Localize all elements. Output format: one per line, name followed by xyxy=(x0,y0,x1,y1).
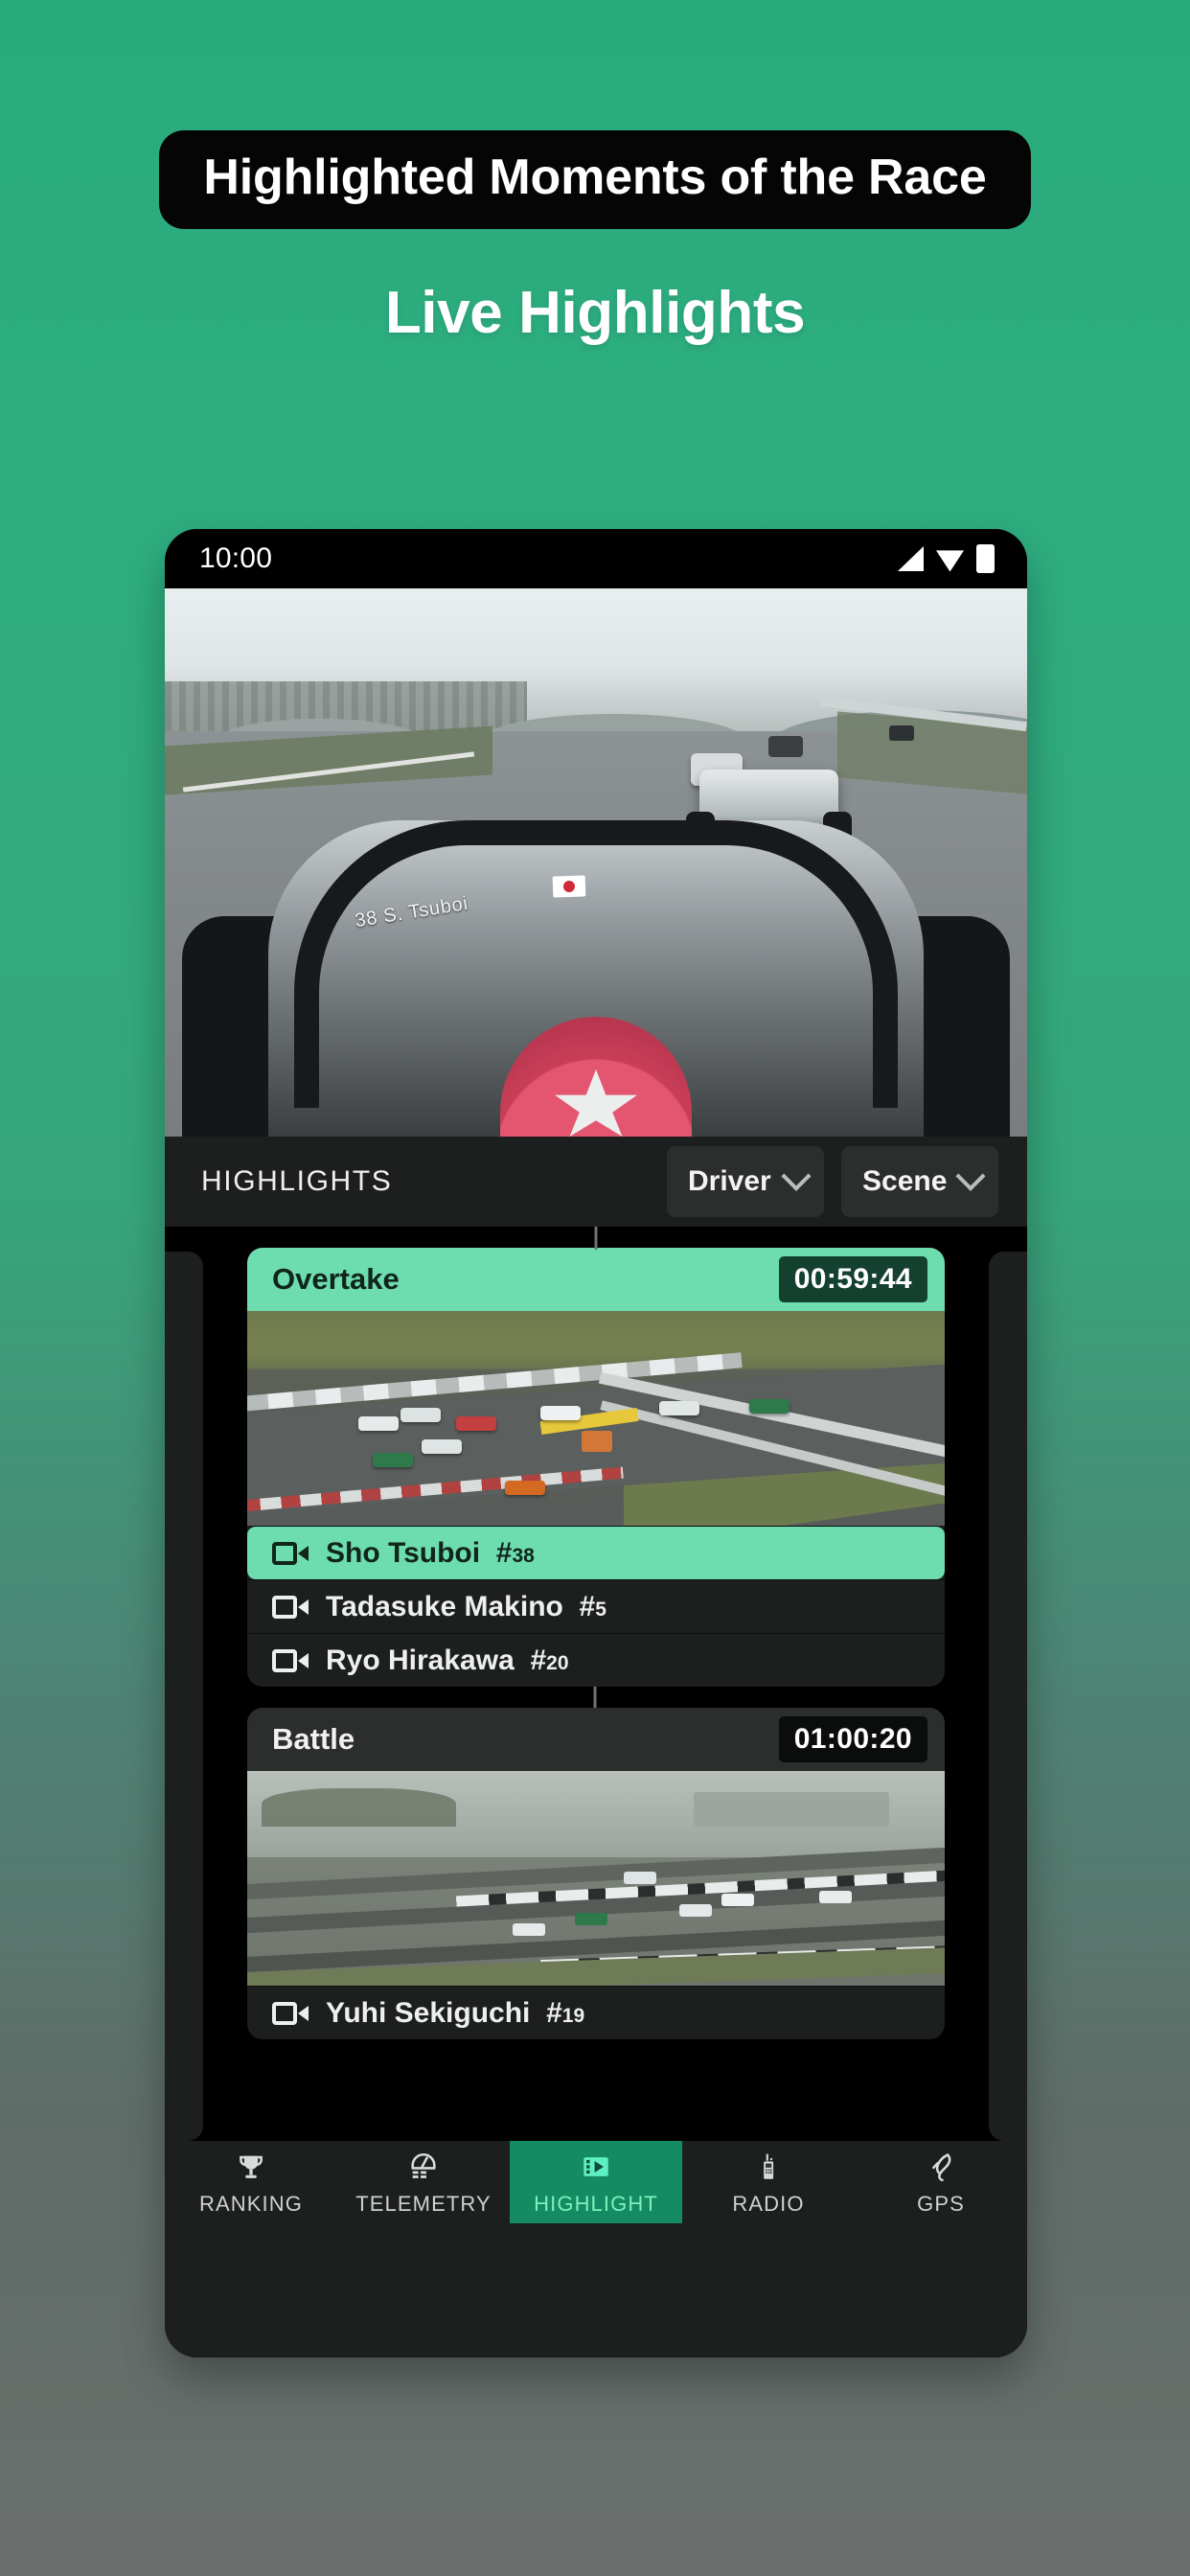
thumb-car xyxy=(400,1407,442,1422)
track-map-icon xyxy=(922,2148,960,2186)
card-connector xyxy=(593,1687,596,1708)
video-camera-icon xyxy=(272,1595,309,1619)
driver-row-label: Tadasuke Makino #5 xyxy=(326,1590,606,1622)
card-title: Overtake xyxy=(272,1262,400,1296)
thumb-building xyxy=(693,1792,889,1828)
phone-bottom-filler xyxy=(165,2223,1027,2358)
video-camera-icon xyxy=(272,2001,309,2025)
thumb-car xyxy=(624,1872,657,1885)
card-thumbnail[interactable] xyxy=(247,1311,945,1526)
status-icons xyxy=(898,544,995,573)
highlight-card[interactable]: Battle 01:00:20 Yuhi Sekiguchi #19 xyxy=(247,1708,945,2039)
nav-item-telemetry[interactable]: TELEMETRY xyxy=(337,2141,510,2223)
thumb-car xyxy=(749,1398,790,1414)
thumb-car xyxy=(512,1923,545,1937)
driver-row[interactable]: Sho Tsuboi #38 xyxy=(247,1526,945,1579)
signal-icon xyxy=(898,546,924,571)
nav-item-radio[interactable]: RADIO xyxy=(682,2141,855,2223)
driver-row[interactable]: Ryo Hirakawa #20 xyxy=(247,1633,945,1687)
nav-label-telemetry: TELEMETRY xyxy=(355,2192,492,2216)
status-bar: 10:00 xyxy=(165,529,1027,588)
nav-item-gps[interactable]: GPS xyxy=(855,2141,1027,2223)
card-timestamp: 00:59:44 xyxy=(778,1256,927,1302)
driver-name: Tadasuke Makino xyxy=(326,1590,563,1622)
thumb-car xyxy=(721,1893,755,1906)
hero-video-player[interactable]: 38 S. Tsuboi xyxy=(165,588,1027,1137)
phone-mockup: 10:00 38 S. Tsuboi HIGHLIGHTS Driver Sce… xyxy=(165,529,1027,2358)
card-thumbnail[interactable] xyxy=(247,1771,945,1986)
wifi-icon xyxy=(936,550,964,572)
highlight-card[interactable]: Overtake 00:59:44 Sho Tsuboi #38 Tadasuk… xyxy=(247,1248,945,1687)
thumb-car xyxy=(679,1903,713,1917)
thumb-car xyxy=(539,1405,581,1420)
scene-filter-label: Scene xyxy=(862,1165,948,1197)
chevron-down-icon xyxy=(955,1161,986,1191)
chevron-down-icon xyxy=(781,1161,812,1191)
thumb-treeline xyxy=(261,1787,457,1828)
driver-name: Ryo Hirakawa xyxy=(326,1644,515,1676)
video-flag-decal xyxy=(552,875,586,898)
card-header: Battle 01:00:20 xyxy=(247,1708,945,1771)
video-camera-icon xyxy=(272,1541,309,1565)
highlight-carousel[interactable]: Overtake 00:59:44 Sho Tsuboi #38 Tadasuk… xyxy=(165,1227,1027,2141)
thumb-marker-block xyxy=(582,1431,613,1453)
highlights-title: HIGHLIGHTS xyxy=(201,1165,393,1197)
video-car-distant-3 xyxy=(889,725,914,741)
bottom-navigation: RANKING TELEMETRY HIGHLIGHT RADIO GPS xyxy=(165,2141,1027,2223)
film-play-icon xyxy=(577,2148,615,2186)
driver-row-label: Sho Tsuboi #38 xyxy=(326,1536,535,1569)
gauge-icon xyxy=(404,2148,443,2186)
thumb-car xyxy=(818,1891,852,1904)
thumb-car xyxy=(658,1401,699,1416)
thumb-car xyxy=(505,1480,546,1495)
status-time: 10:00 xyxy=(199,542,273,574)
nav-item-highlight[interactable]: HIGHLIGHT xyxy=(510,2141,682,2223)
carousel-stage: Overtake 00:59:44 Sho Tsuboi #38 Tadasuk… xyxy=(247,1227,945,2141)
driver-filter-label: Driver xyxy=(688,1165,771,1197)
carousel-peek-previous[interactable] xyxy=(165,1252,203,2141)
driver-name: Sho Tsuboi xyxy=(326,1536,481,1569)
promo-badge-text: Highlighted Moments of the Race xyxy=(203,150,987,205)
video-car-distant-2 xyxy=(768,736,803,758)
battery-icon xyxy=(976,544,995,573)
thumb-car xyxy=(422,1439,462,1455)
trophy-icon xyxy=(232,2148,270,2186)
promo-subtitle: Live Highlights xyxy=(384,279,806,346)
thumb-car xyxy=(358,1415,400,1431)
driver-row-label: Ryo Hirakawa #20 xyxy=(326,1644,569,1676)
promo-badge: Highlighted Moments of the Race xyxy=(159,130,1031,229)
card-timestamp: 01:00:20 xyxy=(778,1716,927,1762)
carousel-peek-next[interactable] xyxy=(989,1252,1027,2141)
driver-row[interactable]: Tadasuke Makino #5 xyxy=(247,1579,945,1633)
driver-number: 20 xyxy=(546,1651,569,1674)
driver-row[interactable]: Yuhi Sekiguchi #19 xyxy=(247,1986,945,2039)
nav-item-ranking[interactable]: RANKING xyxy=(165,2141,337,2223)
driver-name: Yuhi Sekiguchi xyxy=(326,1996,531,2029)
thumb-car xyxy=(373,1452,414,1467)
nav-label-radio: RADIO xyxy=(732,2192,805,2216)
driver-filter-dropdown[interactable]: Driver xyxy=(667,1146,824,1217)
promo-header: Highlighted Moments of the Race Live Hig… xyxy=(0,0,1190,347)
scene-filter-dropdown[interactable]: Scene xyxy=(841,1146,998,1217)
driver-number: 19 xyxy=(561,2004,585,2027)
video-camera-icon xyxy=(272,1648,309,1672)
driver-number: 5 xyxy=(595,1598,606,1621)
nav-label-highlight: HIGHLIGHT xyxy=(534,2192,658,2216)
radio-icon xyxy=(749,2148,788,2186)
driver-row-label: Yuhi Sekiguchi #19 xyxy=(326,1996,585,2029)
thumb-car xyxy=(456,1415,497,1431)
thumb-car xyxy=(575,1912,608,1925)
driver-number: 38 xyxy=(512,1544,535,1567)
card-header: Overtake 00:59:44 xyxy=(247,1248,945,1311)
nav-label-gps: GPS xyxy=(917,2192,965,2216)
card-connector-top xyxy=(594,1227,598,1250)
card-title: Battle xyxy=(272,1722,355,1756)
highlights-control-bar: HIGHLIGHTS Driver Scene xyxy=(165,1137,1027,1227)
nav-label-ranking: RANKING xyxy=(199,2192,303,2216)
